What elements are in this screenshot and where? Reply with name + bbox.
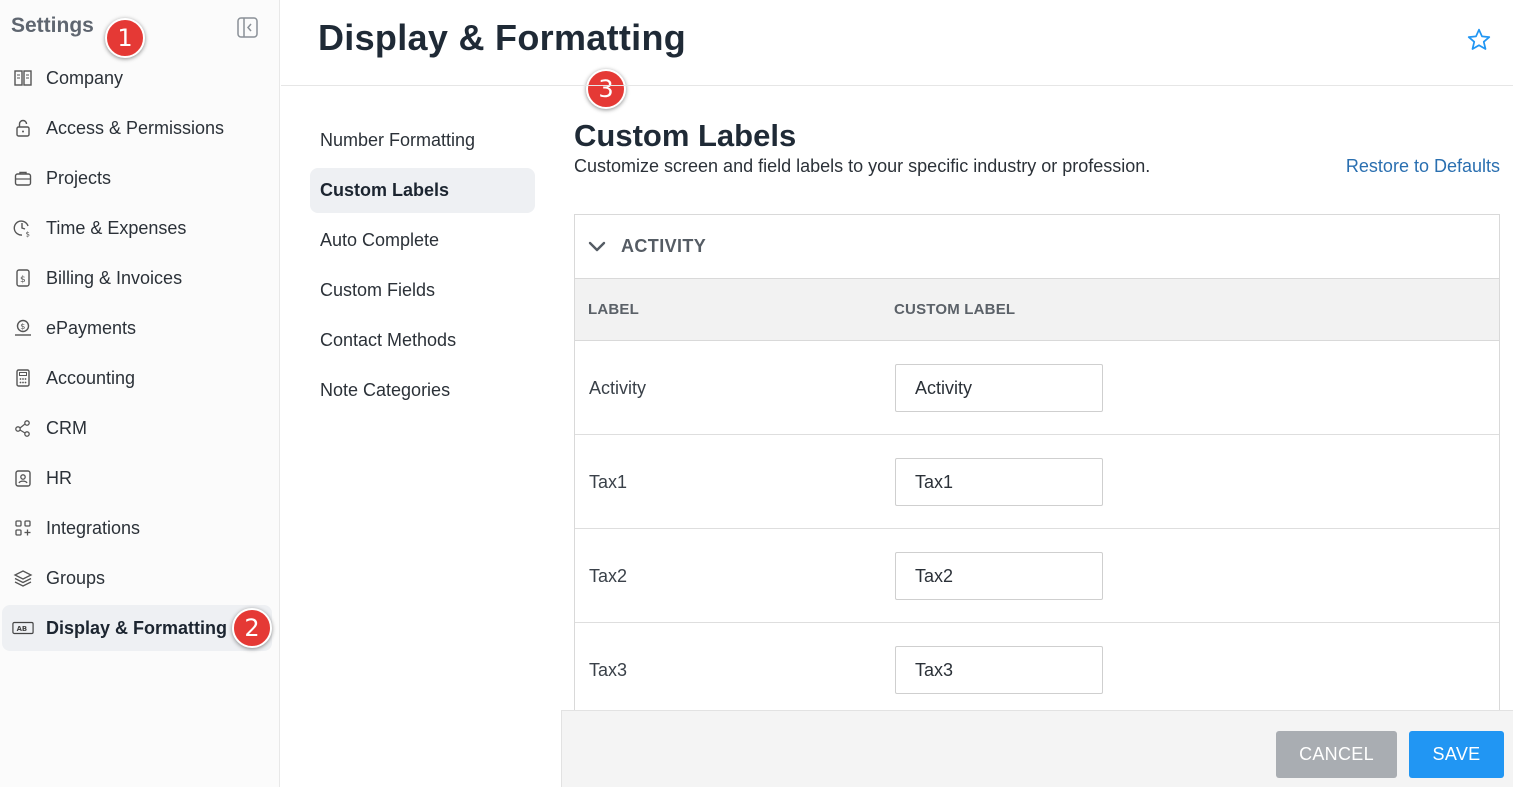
- sidebar-item-label: Company: [46, 67, 124, 88]
- sidebar-item-billing-invoices[interactable]: $ Billing & Invoices: [2, 255, 272, 301]
- clock-dollar-icon: $: [12, 217, 34, 239]
- activity-panel-header[interactable]: ACTIVITY: [575, 215, 1499, 279]
- ab-icon: AB: [12, 617, 34, 639]
- svg-text:$: $: [26, 231, 30, 239]
- subnav-custom-labels[interactable]: Custom Labels: [310, 168, 535, 213]
- row-label: Tax2: [589, 566, 628, 586]
- custom-label-input[interactable]: [895, 364, 1103, 412]
- payment-icon: $: [12, 317, 34, 339]
- column-header-label: LABEL: [588, 301, 639, 318]
- collapse-sidebar-icon[interactable]: [237, 17, 258, 38]
- svg-text:$: $: [20, 322, 25, 331]
- footer-action-bar: CANCEL SAVE: [561, 710, 1513, 787]
- subnav-custom-fields[interactable]: Custom Fields: [310, 268, 535, 313]
- sidebar-item-label: Access & Permissions: [46, 117, 225, 138]
- sidebar-item-label: CRM: [46, 417, 87, 438]
- activity-panel-title: ACTIVITY: [621, 236, 707, 256]
- section-title: Custom Labels: [574, 118, 797, 153]
- custom-label-input[interactable]: [895, 646, 1103, 694]
- annotation-marker-1: 1: [105, 18, 145, 58]
- invoice-icon: $: [12, 267, 34, 289]
- subnav-contact-methods[interactable]: Contact Methods: [310, 318, 535, 363]
- sidebar-item-label: Time & Expenses: [46, 217, 187, 238]
- id-badge-icon: [12, 467, 34, 489]
- sidebar: Settings Company Access & Permissions Pr…: [0, 0, 280, 787]
- custom-label-input[interactable]: [895, 552, 1103, 600]
- layers-icon: [12, 567, 34, 589]
- sidebar-item-label: Groups: [46, 567, 106, 588]
- network-icon: [12, 417, 34, 439]
- subnav-note-categories[interactable]: Note Categories: [310, 368, 535, 413]
- sidebar-item-access-permissions[interactable]: Access & Permissions: [2, 105, 272, 151]
- sidebar-title: Settings: [11, 14, 94, 37]
- page-header: Display & Formatting: [281, 0, 1513, 86]
- page-title: Display & Formatting: [318, 17, 687, 58]
- star-favorite-icon[interactable]: [1466, 27, 1492, 53]
- sidebar-item-label: Billing & Invoices: [46, 267, 183, 288]
- activity-panel: ACTIVITY LABEL CUSTOM LABEL Activity Tax…: [574, 214, 1500, 734]
- sidebar-item-epayments[interactable]: $ ePayments: [2, 305, 272, 351]
- row-label: Activity: [589, 378, 647, 398]
- sidebar-item-time-expenses[interactable]: $ Time & Expenses: [2, 205, 272, 251]
- table-row: Tax3: [575, 623, 1499, 717]
- sidebar-item-company[interactable]: Company: [2, 55, 272, 101]
- sidebar-item-projects[interactable]: Projects: [2, 155, 272, 201]
- grid-plus-icon: [12, 517, 34, 539]
- svg-text:AB: AB: [17, 625, 28, 633]
- sidebar-item-accounting[interactable]: Accounting: [2, 355, 272, 401]
- sidebar-item-label: Integrations: [46, 517, 141, 538]
- table-row: Activity: [575, 341, 1499, 435]
- sidebar-item-label: HR: [46, 467, 72, 488]
- annotation-marker-2: 2: [232, 608, 272, 648]
- sidebar-item-crm[interactable]: CRM: [2, 405, 272, 451]
- save-button[interactable]: SAVE: [1409, 731, 1504, 778]
- restore-defaults-link[interactable]: Restore to Defaults: [1346, 156, 1500, 177]
- chevron-down-icon: [588, 241, 606, 251]
- calculator-icon: [12, 367, 34, 389]
- table-header: LABEL CUSTOM LABEL: [575, 279, 1499, 341]
- sidebar-item-groups[interactable]: Groups: [2, 555, 272, 601]
- table-row: Tax2: [575, 529, 1499, 623]
- cancel-button[interactable]: CANCEL: [1276, 731, 1397, 778]
- custom-label-input[interactable]: [895, 458, 1103, 506]
- sidebar-item-label: Display & Formatting: [46, 617, 228, 638]
- row-label: Tax1: [589, 472, 628, 492]
- table-row: Tax1: [575, 435, 1499, 529]
- subnav-number-formatting[interactable]: Number Formatting: [310, 118, 535, 163]
- sidebar-item-integrations[interactable]: Integrations: [2, 505, 272, 551]
- sidebar-item-label: ePayments: [46, 317, 137, 338]
- building-icon: [12, 67, 34, 89]
- subnav-auto-complete[interactable]: Auto Complete: [310, 218, 535, 263]
- svg-text:$: $: [20, 275, 26, 285]
- row-label: Tax3: [589, 660, 628, 680]
- sidebar-item-hr[interactable]: HR: [2, 455, 272, 501]
- sidebar-item-label: Projects: [46, 167, 112, 188]
- sidebar-item-label: Accounting: [46, 367, 136, 388]
- section-description: Customize screen and field labels to you…: [574, 156, 1151, 176]
- briefcase-icon: [12, 167, 34, 189]
- lock-icon: [12, 117, 34, 139]
- column-header-custom-label: CUSTOM LABEL: [894, 301, 1016, 318]
